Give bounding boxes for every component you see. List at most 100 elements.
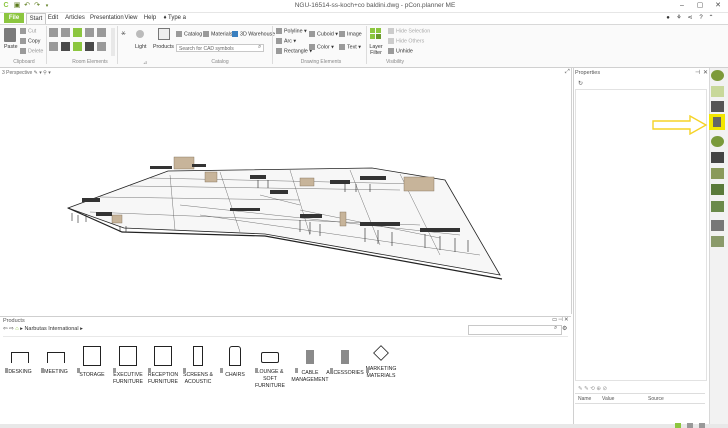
connect-icon[interactable]: ⚘	[675, 13, 683, 23]
products-panel-icon[interactable]	[711, 86, 724, 97]
paste-icon[interactable]	[4, 28, 16, 42]
unhide-button[interactable]: Unhide	[388, 48, 413, 54]
scene-icon[interactable]	[711, 184, 724, 195]
product-category[interactable]: MEETING	[36, 346, 76, 376]
cad-search-input[interactable]: Search for CAD symbols	[176, 44, 264, 52]
product-category[interactable]: CHAIRS	[215, 346, 255, 379]
layer-filter-button[interactable]: Layer Filter	[368, 44, 384, 56]
delete-button[interactable]: Delete	[20, 48, 43, 54]
redo-icon[interactable]: ↷	[33, 2, 41, 10]
pcon-catalog-icon[interactable]	[711, 70, 724, 81]
save-icon[interactable]: ▣	[13, 2, 21, 10]
room-icon[interactable]	[61, 28, 70, 37]
products-icon[interactable]	[158, 28, 170, 40]
materials-button[interactable]: Materials	[203, 31, 233, 37]
tab-view[interactable]: View	[124, 13, 138, 23]
tab-file[interactable]: File	[4, 13, 24, 23]
products-close-icon[interactable]: ✕	[564, 317, 569, 323]
product-category[interactable]: EXECUTIVE FURNITURE	[108, 346, 148, 386]
share-icon[interactable]: ⋖	[686, 13, 694, 23]
arc-button[interactable]: Arc ▾	[276, 38, 296, 44]
product-category[interactable]: DESKING	[0, 346, 40, 376]
cut-button[interactable]: Cut	[20, 28, 36, 34]
window-icon[interactable]	[97, 28, 106, 37]
quick-access-dropdown-icon[interactable]: ▾	[43, 2, 51, 10]
column-name[interactable]: Name	[578, 396, 591, 402]
opening-icon[interactable]	[97, 42, 106, 51]
magic-wand-icon[interactable]: ⚹	[121, 28, 126, 38]
back-icon[interactable]: ⇦	[3, 326, 8, 332]
undo-icon[interactable]: ↶	[23, 2, 31, 10]
settings-icon[interactable]: ⚙	[562, 325, 567, 332]
forward-icon[interactable]: ⇨	[9, 326, 14, 332]
properties-close-icon[interactable]: ✕	[703, 69, 708, 76]
properties-refresh-icon[interactable]: ↻	[578, 80, 583, 87]
copy-button[interactable]: Copy	[20, 38, 40, 44]
close-icon[interactable]: ✕	[710, 1, 726, 11]
search-globe-icon[interactable]	[711, 136, 724, 147]
export-icon[interactable]	[711, 220, 724, 231]
tab-articles[interactable]: Articles	[64, 13, 86, 23]
polyline-button[interactable]: Polyline ▾	[276, 28, 307, 34]
light-button[interactable]: Light	[135, 44, 147, 50]
products-button[interactable]: Products	[153, 44, 174, 50]
products-pin-icon[interactable]: ⊣	[558, 317, 563, 323]
warehouse-button[interactable]: 3D Warehouse	[232, 31, 275, 37]
column-value[interactable]: Value	[602, 396, 614, 402]
product-category[interactable]: MARKETING MATERIALS	[361, 345, 401, 380]
status-grid-icon[interactable]	[687, 423, 693, 428]
product-category[interactable]: CABLE MANAGEMENT	[290, 346, 330, 384]
breadcrumb-item[interactable]: Narbutas International	[24, 326, 78, 332]
wall-icon[interactable]	[49, 28, 58, 37]
home-icon[interactable]: ⌂	[15, 326, 18, 332]
products-restore-icon[interactable]: ▭	[552, 317, 557, 323]
roof-icon[interactable]	[85, 42, 94, 51]
column-icon[interactable]	[49, 42, 58, 51]
user-icon[interactable]: ●	[664, 13, 672, 23]
search-icon[interactable]: ⌕	[258, 44, 261, 51]
ceiling-icon[interactable]	[73, 42, 82, 51]
gallery-scroll[interactable]	[111, 28, 115, 56]
stairs-icon[interactable]	[61, 42, 70, 51]
layers-panel-icon[interactable]	[711, 168, 724, 179]
catalog-button[interactable]: Catalog	[176, 31, 202, 37]
cuboid-button[interactable]: Cuboid ▾	[309, 31, 338, 37]
color-button[interactable]: Color ▾	[309, 44, 334, 50]
chart-icon[interactable]	[711, 201, 724, 212]
room-elements-launcher-icon[interactable]: ⊿	[143, 60, 147, 66]
floor-icon[interactable]	[73, 28, 82, 37]
status-snap-icon[interactable]	[699, 423, 705, 428]
product-category[interactable]: RECEPTION FURNITURE	[143, 346, 183, 386]
maximize-icon[interactable]: ▢	[692, 1, 708, 11]
image-button[interactable]: Image	[339, 31, 362, 37]
image-gallery-icon[interactable]	[711, 236, 724, 247]
column-source[interactable]: Source	[648, 396, 664, 402]
minimize-icon[interactable]: –	[674, 1, 690, 11]
tab-presentation[interactable]: Presentation	[90, 13, 124, 23]
hide-others-button[interactable]: Hide Others	[388, 38, 424, 44]
products-search-input[interactable]	[468, 325, 562, 335]
text-button[interactable]: Text ▾	[339, 44, 361, 50]
light-icon[interactable]	[136, 30, 144, 38]
product-category[interactable]: STORAGE	[72, 346, 112, 379]
rectangle-button[interactable]: Rectangle ▾	[276, 48, 312, 54]
properties-toolbar[interactable]: ✎ ✎ ⟲ ⊕ ⊘	[578, 386, 607, 392]
help-icon[interactable]: ?	[697, 13, 705, 23]
product-category[interactable]: ACCESSORIES	[325, 346, 365, 377]
tab-help[interactable]: Help	[143, 13, 157, 23]
highlighted-tool[interactable]	[709, 114, 725, 130]
paste-button[interactable]: Paste	[4, 44, 18, 50]
floor-plan-3d-model[interactable]	[0, 68, 571, 314]
layer-filter-icon[interactable]	[370, 28, 381, 39]
hide-selection-button[interactable]: Hide Selection	[388, 28, 430, 34]
search-icon[interactable]: ⌕	[554, 325, 557, 332]
tab-start[interactable]: Start	[26, 13, 46, 24]
material-box-icon[interactable]	[711, 152, 724, 163]
product-category[interactable]: SCREENS & ACOUSTIC	[178, 346, 218, 386]
product-category[interactable]: LOUNGE & SOFT FURNITURE	[250, 346, 290, 390]
properties-pin-icon[interactable]: ⊣	[695, 69, 700, 76]
command-input[interactable]: Type a command	[168, 13, 208, 31]
tab-edit[interactable]: Edit	[46, 13, 60, 23]
articles-icon[interactable]	[711, 101, 724, 112]
door-icon[interactable]	[85, 28, 94, 37]
